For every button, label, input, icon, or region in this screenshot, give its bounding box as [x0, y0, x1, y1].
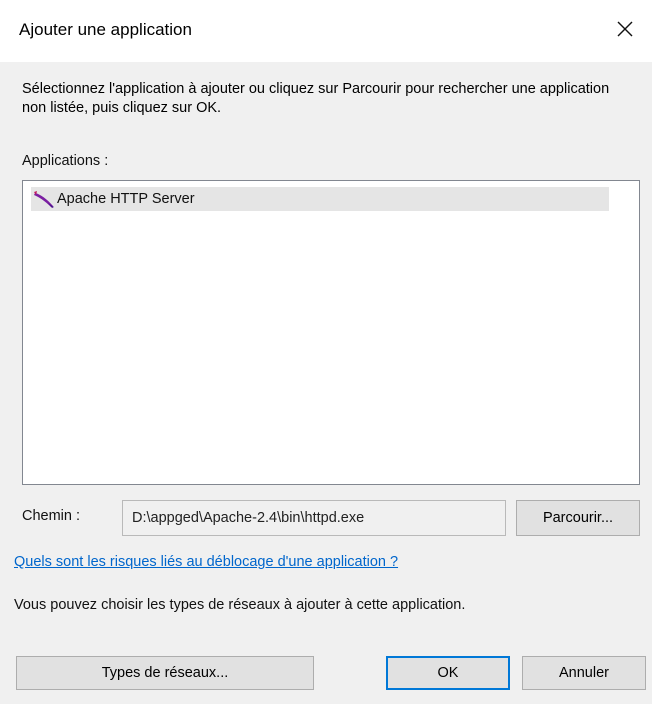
- dialog-title: Ajouter une application: [19, 20, 192, 39]
- applications-label: Applications :: [22, 153, 109, 169]
- dialog-body: Sélectionnez l'application à ajouter ou …: [0, 62, 652, 704]
- apache-feather-icon: [34, 191, 54, 208]
- instructions-text: Sélectionnez l'application à ajouter ou …: [22, 81, 610, 116]
- list-item-label: Apache HTTP Server: [57, 191, 195, 207]
- close-icon[interactable]: [614, 18, 636, 40]
- title-bar: Ajouter une application: [0, 0, 652, 62]
- ok-button[interactable]: OK: [386, 656, 510, 690]
- network-types-button[interactable]: Types de réseaux...: [16, 656, 314, 690]
- browse-button[interactable]: Parcourir...: [516, 500, 640, 536]
- risk-help-link[interactable]: Quels sont les risques liés au déblocage…: [14, 554, 398, 570]
- list-item-apache[interactable]: Apache HTTP Server: [31, 187, 609, 211]
- path-label: Chemin :: [22, 508, 81, 524]
- cancel-button[interactable]: Annuler: [522, 656, 646, 690]
- applications-list[interactable]: Apache HTTP Server: [22, 180, 640, 485]
- network-types-note: Vous pouvez choisir les types de réseaux…: [14, 597, 466, 613]
- path-field[interactable]: D:\appged\Apache-2.4\bin\httpd.exe: [122, 500, 506, 536]
